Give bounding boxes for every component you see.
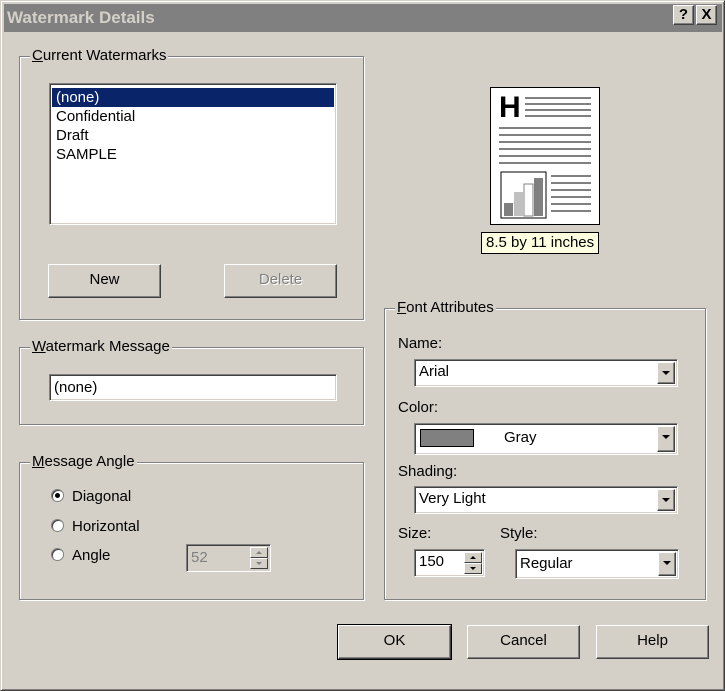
angle-radio[interactable]: Angle (51, 546, 110, 566)
spin-down-icon[interactable] (250, 558, 268, 569)
font-color-value: Gray (504, 429, 537, 446)
size-label: Size: (398, 525, 432, 542)
title-bar[interactable]: Watermark Details (4, 4, 722, 32)
spin-up-icon[interactable] (464, 552, 482, 563)
size-spinner[interactable]: 150 (414, 549, 485, 577)
cancel-button[interactable]: Cancel (467, 625, 580, 659)
color-swatch (420, 429, 474, 447)
watermark-message-value: (none) (54, 379, 98, 396)
angle-spinner[interactable]: 52 (186, 544, 271, 572)
watermark-details-dialog: Watermark Details ? X Current Watermarks… (0, 0, 725, 691)
chevron-down-icon[interactable] (657, 489, 675, 511)
radio-icon[interactable] (51, 518, 64, 532)
chevron-down-icon[interactable] (658, 552, 676, 576)
style-select[interactable]: Regular (515, 549, 679, 579)
message-angle-label: Message Angle (30, 453, 137, 471)
list-item[interactable]: Draft (52, 126, 336, 145)
shading-label: Shading: (398, 463, 458, 480)
dialog-title: Watermark Details (7, 8, 155, 27)
help-icon[interactable]: ? (673, 5, 694, 25)
style-value: Regular (520, 555, 573, 572)
chevron-down-icon[interactable] (657, 362, 675, 384)
preview-lines-icon (499, 97, 591, 219)
shading-value: Very Light (419, 490, 486, 507)
delete-button[interactable]: Delete (224, 264, 337, 298)
watermark-message-label: Watermark Message (30, 338, 172, 356)
style-label: Style: (500, 525, 538, 542)
page-preview: H (490, 87, 600, 225)
font-name-label: Name: (398, 335, 443, 352)
spin-up-icon[interactable] (250, 547, 268, 558)
ok-button[interactable]: OK (337, 624, 452, 660)
paper-size-tooltip: 8.5 by 11 inches (481, 232, 600, 254)
chevron-down-icon[interactable] (657, 426, 675, 452)
close-icon[interactable]: X (696, 5, 717, 25)
horizontal-radio[interactable]: Horizontal (51, 517, 140, 537)
font-attributes-label: Font Attributes (395, 299, 496, 317)
size-value: 150 (419, 553, 445, 570)
font-name-select[interactable]: Arial (414, 359, 678, 387)
new-button[interactable]: New (48, 264, 161, 298)
watermarks-listbox[interactable]: (none) Confidential Draft SAMPLE (49, 83, 337, 225)
font-color-label: Color: (398, 399, 439, 416)
font-name-value: Arial (419, 363, 450, 380)
spin-down-icon[interactable] (464, 563, 482, 574)
font-color-select[interactable]: Gray (414, 423, 678, 455)
list-item[interactable]: Confidential (52, 107, 336, 126)
shading-select[interactable]: Very Light (414, 486, 678, 514)
list-item[interactable]: SAMPLE (52, 145, 336, 164)
watermark-message-input[interactable]: (none) (49, 374, 337, 401)
current-watermarks-label: Current Watermarks (30, 47, 169, 65)
help-button[interactable]: Help (596, 625, 709, 659)
radio-icon[interactable] (51, 547, 64, 561)
angle-value: 52 (191, 549, 208, 566)
radio-checked-icon[interactable] (51, 488, 64, 502)
list-item[interactable]: (none) (52, 88, 334, 107)
diagonal-radio[interactable]: Diagonal (51, 487, 131, 507)
